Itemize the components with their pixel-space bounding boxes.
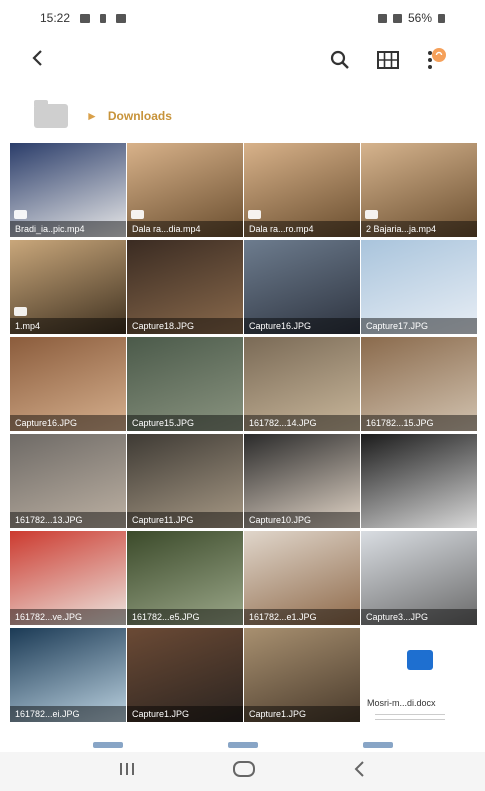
image-tile[interactable]: Capture3...JPG: [361, 531, 477, 625]
file-name: Capture16.JPG: [244, 318, 360, 334]
video-badge-icon: [365, 210, 378, 219]
file-name: Dala ra...ro.mp4: [244, 221, 360, 237]
file-name: Capture11.JPG: [127, 512, 243, 528]
search-icon[interactable]: [327, 47, 353, 73]
scroll-hint-mark: [227, 742, 258, 748]
message-notification-icon: [116, 13, 127, 23]
wifi-icon: [377, 13, 387, 23]
more-options-icon[interactable]: [423, 47, 449, 73]
video-tile[interactable]: 1.mp4: [10, 240, 126, 334]
image-tile[interactable]: 161782...ve.JPG: [10, 531, 126, 625]
image-tile[interactable]: 161782...14.JPG: [244, 337, 360, 431]
download-notification-icon: [100, 13, 107, 23]
video-tile[interactable]: Dala ra...dia.mp4: [127, 143, 243, 237]
file-name: Capture16.JPG: [10, 415, 126, 431]
system-nav-bar: [0, 752, 485, 791]
status-left: 15:22: [40, 11, 127, 25]
image-tile[interactable]: 161782...15.JPG: [361, 337, 477, 431]
battery-percent: 56%: [407, 11, 432, 25]
video-badge-icon: [131, 210, 144, 219]
file-name: 161782...13.JPG: [10, 512, 126, 528]
status-right: 56%: [377, 11, 445, 25]
breadcrumb: ► Downloads: [0, 98, 485, 134]
image-tile[interactable]: Capture17.JPG: [361, 240, 477, 334]
video-tile[interactable]: Bradi_ia..pic.mp4: [10, 143, 126, 237]
back-arrow-icon[interactable]: [30, 46, 60, 74]
status-bar: 15:22 56%: [0, 0, 485, 36]
status-time: 15:22: [40, 11, 71, 25]
image-tile[interactable]: Capture11.JPG: [127, 434, 243, 528]
recent-apps-icon[interactable]: [118, 761, 136, 782]
video-tile[interactable]: 2 Bajaria...ja.mp4: [361, 143, 477, 237]
document-tile[interactable]: Mosri-m...di.docx: [361, 628, 477, 722]
video-badge-icon: [14, 307, 27, 316]
file-name: Capture18.JPG: [127, 318, 243, 334]
file-name: 161782...14.JPG: [244, 415, 360, 431]
chevron-right-icon: ►: [86, 109, 98, 123]
file-name: Capture3...JPG: [361, 609, 477, 625]
folder-icon[interactable]: [34, 100, 68, 128]
image-tile[interactable]: 161782...13.JPG: [10, 434, 126, 528]
breadcrumb-current[interactable]: Downloads: [108, 109, 172, 123]
file-name: 161782...ei.JPG: [10, 706, 126, 722]
image-tile[interactable]: Capture10.JPG: [244, 434, 360, 528]
video-tile[interactable]: Dala ra...ro.mp4: [244, 143, 360, 237]
file-grid: Bradi_ia..pic.mp4 Dala ra...dia.mp4 Dala r…: [10, 143, 480, 722]
file-name: Capture1.JPG: [127, 706, 243, 722]
image-tile[interactable]: Capture16.JPG: [10, 337, 126, 431]
grid-view-icon[interactable]: [375, 47, 401, 73]
file-name: Capture1.JPG: [244, 706, 360, 722]
file-name: Capture15.JPG: [127, 415, 243, 431]
word-document-icon: [407, 650, 433, 670]
video-badge-icon: [248, 210, 261, 219]
battery-icon: [438, 13, 445, 23]
file-name: 2 Bajaria...ja.mp4: [361, 221, 477, 237]
image-tile[interactable]: 161782...e1.JPG: [244, 531, 360, 625]
file-name: 161782...e5.JPG: [127, 609, 243, 625]
image-tile[interactable]: Capture1.JPG: [244, 628, 360, 722]
scroll-hint-mark: [92, 742, 123, 748]
file-name: 161782...e1.JPG: [244, 609, 360, 625]
app-bar: [0, 36, 485, 84]
file-name: 1.mp4: [10, 318, 126, 334]
image-tile[interactable]: Capture15.JPG: [127, 337, 243, 431]
nav-back-icon[interactable]: [353, 760, 367, 783]
file-name: Dala ra...dia.mp4: [127, 221, 243, 237]
home-icon[interactable]: [232, 760, 256, 783]
file-name: 161782...15.JPG: [361, 415, 477, 431]
video-badge-icon: [14, 210, 27, 219]
signal-icon: [392, 13, 402, 23]
gallery-notification-icon: [80, 13, 91, 23]
document-preview-lines: [375, 714, 445, 720]
file-name: Bradi_ia..pic.mp4: [10, 221, 126, 237]
image-tile[interactable]: Capture16.JPG: [244, 240, 360, 334]
image-tile[interactable]: Capture18.JPG: [127, 240, 243, 334]
image-tile[interactable]: 161782...e5.JPG: [127, 531, 243, 625]
file-name: Mosri-m...di.docx: [367, 698, 436, 708]
app-bar-actions: [327, 47, 449, 73]
scroll-hint-mark: [362, 742, 393, 748]
image-tile[interactable]: 161782...ei.JPG: [10, 628, 126, 722]
image-tile[interactable]: Capture1.JPG: [127, 628, 243, 722]
image-tile[interactable]: [361, 434, 477, 528]
file-name: 161782...ve.JPG: [10, 609, 126, 625]
file-name: Capture17.JPG: [361, 318, 477, 334]
file-name: Capture10.JPG: [244, 512, 360, 528]
